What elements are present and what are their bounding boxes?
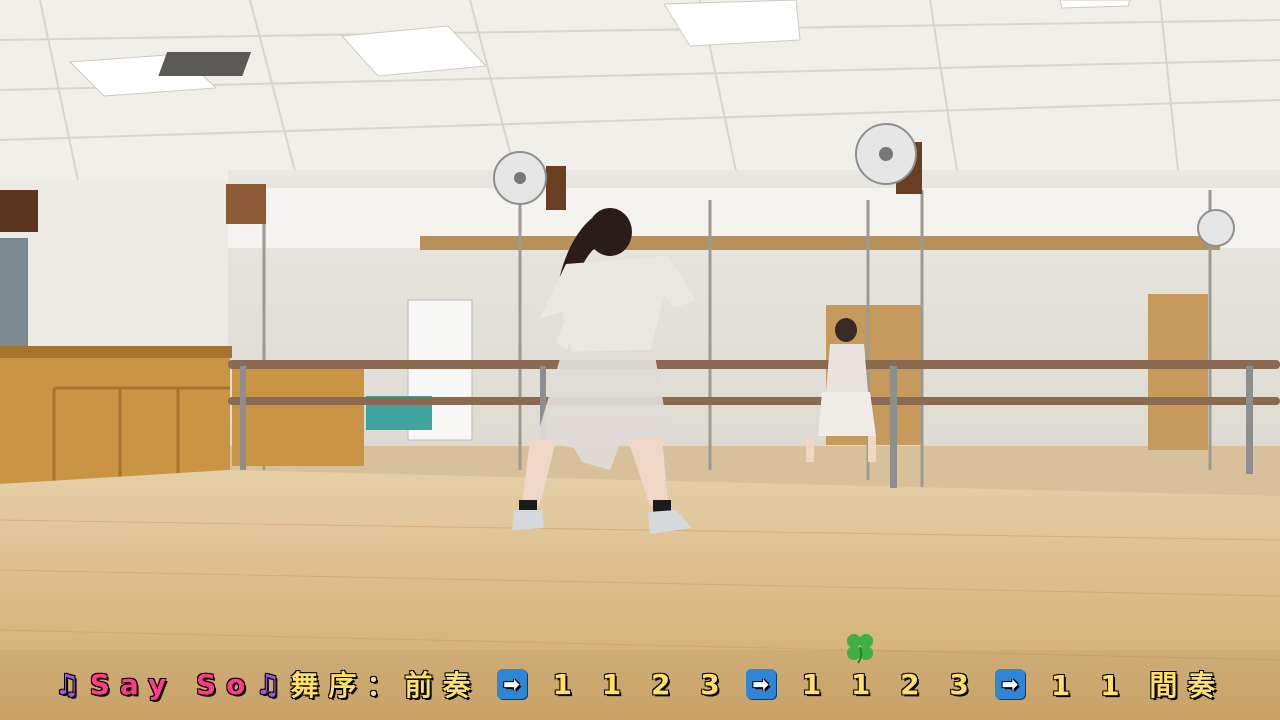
wooden-counter-top bbox=[0, 346, 232, 358]
sequence-label: 舞序：前奏 bbox=[290, 669, 481, 702]
sequence-step: 1 1 間奏 bbox=[1050, 669, 1226, 702]
left-window bbox=[0, 238, 28, 348]
ceiling bbox=[0, 0, 1280, 190]
mirror-reflected-beam bbox=[420, 236, 1220, 250]
sequence-step: 1 1 2 3 bbox=[801, 667, 979, 701]
music-note-icon: ♫ bbox=[255, 667, 291, 701]
wall-header-wood bbox=[0, 190, 38, 232]
choreography-caption: ♫ Say So ♫ 舞序：前奏 ➡ 1 1 2 3 ➡ 1 1 2 3 ➡ 1… bbox=[0, 660, 1280, 708]
four-leaf-clover-icon bbox=[847, 634, 873, 664]
music-note-icon: ♫ bbox=[54, 667, 90, 701]
arrow-right-icon: ➡ bbox=[745, 669, 776, 699]
mirror-reflected-door bbox=[1148, 294, 1208, 450]
song-title: Say So bbox=[89, 667, 256, 701]
reflected-counter bbox=[232, 368, 364, 466]
dance-studio-scene bbox=[0, 0, 1280, 720]
wall-header-wood bbox=[226, 184, 266, 224]
wooden-counter bbox=[0, 348, 230, 484]
sequence-step: 1 1 2 3 bbox=[552, 667, 730, 701]
arrow-right-icon: ➡ bbox=[994, 669, 1025, 699]
air-vent bbox=[158, 52, 252, 76]
arrow-right-icon: ➡ bbox=[496, 669, 527, 699]
wall-fan bbox=[1197, 209, 1235, 247]
